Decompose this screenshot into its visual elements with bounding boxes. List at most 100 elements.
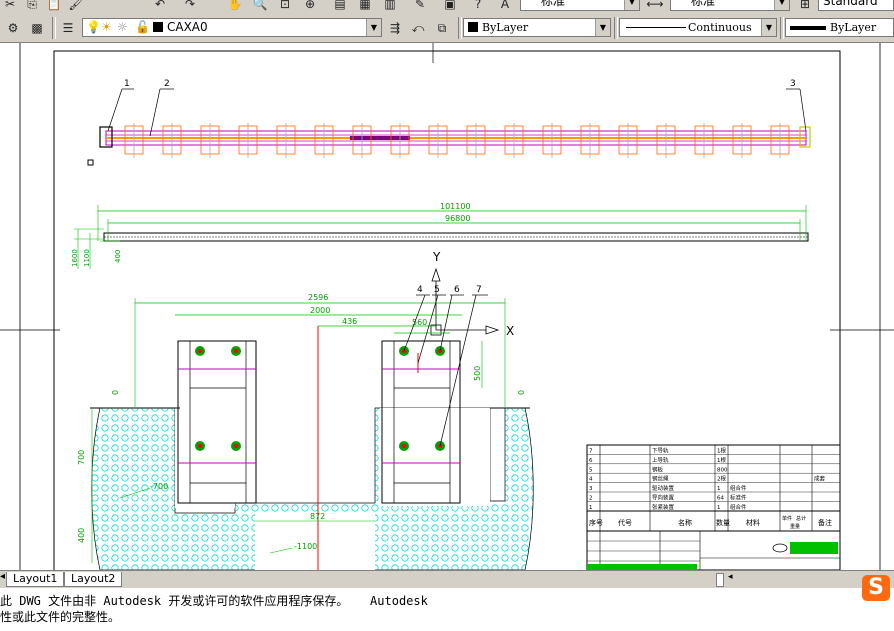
bom-header-code: 代号 xyxy=(618,518,632,527)
bom-cell: 3 xyxy=(589,486,593,492)
layer-previous-icon[interactable]: ⤺ xyxy=(408,18,428,38)
dim-center-872: 872 xyxy=(310,512,325,521)
make-object-layer-current-icon[interactable]: ⇶ xyxy=(385,18,405,38)
table-style-select[interactable]: Standard xyxy=(818,0,894,11)
cut-icon[interactable]: ✂ xyxy=(0,0,20,13)
lineweight-select[interactable]: ByLayer xyxy=(785,18,894,37)
table-style-icon: ⊞ xyxy=(799,0,811,11)
bom-cell: 2 xyxy=(589,496,593,502)
command-line-1: 此 DWG 文件由非 Autodesk 开发或许可的软件应用程序保存。 Auto… xyxy=(0,594,428,608)
dim-right-zero: 0 xyxy=(517,390,526,395)
dim-style-select[interactable]: 标准 ▼ xyxy=(670,0,790,11)
layer-select[interactable]: 💡 ☀ ☼ 🔓 CAXA0 ▼ xyxy=(82,18,382,37)
bom-header-qty: 数量 xyxy=(716,518,730,527)
gear-icon[interactable]: ⚙ xyxy=(3,18,23,38)
standard-toolbar: ✂ ⎘ 📋 🖌 ↶ ↷ ✋ 🔍 ⊡ ⊕ ▤ ▦ ▥ ✎ ▣ ? A 标准 ▼ ⟷… xyxy=(0,0,894,13)
zoom-window-icon[interactable]: ⊡ xyxy=(275,0,295,13)
bom-cell: 1根 xyxy=(717,456,726,464)
dim-height-a: 1600 xyxy=(71,249,79,267)
bom-cell: 800 xyxy=(717,467,728,473)
help-icon[interactable]: ? xyxy=(468,0,488,13)
color-select[interactable]: ByLayer ▼ xyxy=(463,18,611,37)
dim-overall-total: 101100 xyxy=(440,202,471,211)
bom-cell: 1 xyxy=(717,505,721,511)
design-center-icon[interactable]: ▦ xyxy=(355,0,375,13)
bom-cell: 5 xyxy=(589,467,593,473)
paste-icon[interactable]: 📋 xyxy=(44,0,64,13)
cross-section: Y X 2596 2000 436 560 500 700 400 -700 -… xyxy=(77,250,534,570)
callout-6: 6 xyxy=(454,285,460,295)
dim-height-c: 400 xyxy=(114,250,122,263)
bom-cell: 1根 xyxy=(717,447,726,455)
callout-3: 3 xyxy=(790,79,796,89)
markup-icon[interactable]: ✎ xyxy=(410,0,430,13)
company-name-block xyxy=(790,542,838,554)
dim-height-b: 1100 xyxy=(83,249,91,267)
horizontal-scrollbar-thumb[interactable] xyxy=(716,573,724,587)
scroll-left-icon[interactable]: ◂ xyxy=(728,572,733,582)
color-swatch xyxy=(468,22,478,32)
ucs-y-label: Y xyxy=(432,250,441,264)
properties-icon[interactable]: ▤ xyxy=(330,0,350,13)
bom-cell: 2根 xyxy=(717,475,726,483)
dim-depth-700: -700 xyxy=(150,482,168,491)
dim-style-icon: ⟷ xyxy=(646,0,664,11)
linetype-select[interactable]: Continuous ▼ xyxy=(619,18,777,37)
dim-height-700: 700 xyxy=(77,450,86,465)
calculator-icon[interactable]: ▣ xyxy=(440,0,460,13)
chevron-down-icon: ▼ xyxy=(624,0,639,10)
lock-icon: 🔓 xyxy=(135,20,150,34)
layer-color-swatch xyxy=(153,22,163,32)
bom-header-unit-weight: 单件 xyxy=(782,515,792,522)
bom-cell: 下导轨 xyxy=(652,447,669,455)
bom-header-material: 材料 xyxy=(746,518,760,527)
lightbulb-icon: 💡 xyxy=(86,20,101,34)
command-window[interactable]: 此 DWG 文件由非 Autodesk 开发或许可的软件应用程序保存。 Auto… xyxy=(0,588,894,631)
dim-height-500: 500 xyxy=(473,366,482,381)
bom-cell: 7 xyxy=(589,449,593,455)
dim-width-2000: 2000 xyxy=(310,306,330,315)
bom-cell: 上导轨 xyxy=(652,456,669,464)
bom-header-no: 序号 xyxy=(589,518,603,527)
redo-icon[interactable]: ↷ xyxy=(180,0,200,13)
dim-gap-560: 560 xyxy=(412,318,427,327)
sun-icon: ☀ xyxy=(101,20,112,34)
bom-cell: 导向装置 xyxy=(652,494,675,502)
zoom-previous-icon[interactable]: ⊕ xyxy=(300,0,320,13)
viewport-freeze-icon: ☼ xyxy=(117,20,128,34)
tool-palette-icon[interactable]: ▥ xyxy=(380,0,400,13)
pan-icon[interactable]: ✋ xyxy=(225,0,245,13)
bom-header-name: 名称 xyxy=(678,518,692,527)
conveyor-plan xyxy=(87,123,811,166)
tab-layout2[interactable]: Layout2 xyxy=(64,572,123,587)
undo-icon[interactable]: ↶ xyxy=(150,0,170,13)
tab-scroll-icon[interactable]: ◂ xyxy=(0,571,5,582)
dim-offset-436: 436 xyxy=(342,317,357,326)
bom-cell: 标准件 xyxy=(730,494,747,502)
bom-cell: 张紧装置 xyxy=(652,503,675,511)
match-properties-icon[interactable]: 🖌 xyxy=(66,0,86,13)
callout-7: 7 xyxy=(476,285,482,295)
tab-layout1[interactable]: Layout1 xyxy=(6,572,65,587)
zoom-realtime-icon[interactable]: 🔍 xyxy=(250,0,270,13)
lineweight-preview xyxy=(790,26,826,30)
command-line-2: 性或此文件的完整性。 xyxy=(0,610,121,624)
bom-header-total-weight: 总计 xyxy=(796,515,806,522)
layers-toolbar: ⚙ ▩ ☰ 💡 ☀ ☼ 🔓 CAXA0 ▼ ⇶ ⤺ ⧉ ByLayer ▼ Co… xyxy=(0,14,894,43)
bom-cell: 1 xyxy=(589,505,593,511)
chevron-down-icon: ▼ xyxy=(761,19,776,36)
layer-manager-icon[interactable]: ☰ xyxy=(58,18,78,38)
chevron-down-icon: ▼ xyxy=(774,0,789,10)
callout-2: 2 xyxy=(164,79,170,89)
text-style-icon: A xyxy=(500,0,510,11)
model-space-canvas[interactable]: 1 2 3 101100 96800 1600 1100 400 Y X 259… xyxy=(0,43,894,570)
input-method-logo[interactable]: S xyxy=(862,575,890,601)
dim-width-total: 2596 xyxy=(308,293,328,302)
layer-states-icon[interactable]: ▩ xyxy=(27,18,47,38)
text-style-select[interactable]: 标准 ▼ xyxy=(520,0,640,11)
bom-cell: 钢板 xyxy=(652,465,664,473)
layer-walk-icon[interactable]: ⧉ xyxy=(432,18,452,38)
bom-cell: 4 xyxy=(589,477,593,483)
copy-icon[interactable]: ⎘ xyxy=(22,0,42,13)
dim-height-400: 400 xyxy=(77,528,86,543)
